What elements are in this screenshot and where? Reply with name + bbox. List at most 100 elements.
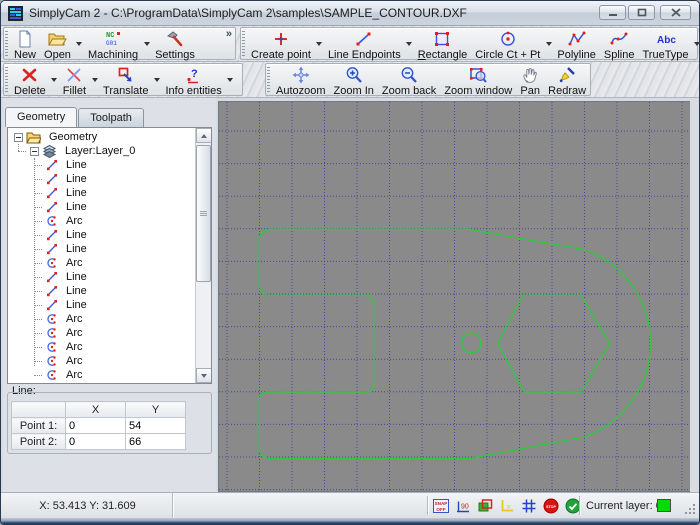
- ortho-90-button[interactable]: 90: [453, 496, 473, 515]
- tree-connector: [34, 319, 42, 320]
- toolbar-button-zoom-back[interactable]: Zoom back: [378, 64, 440, 97]
- scroll-up-button[interactable]: [196, 128, 211, 143]
- tree-item-line-3[interactable]: Line: [8, 200, 194, 214]
- tree-item-layer[interactable]: Layer:Layer_0: [8, 144, 194, 158]
- tree-item-line-5[interactable]: Line: [8, 228, 194, 242]
- grid-toggle-button[interactable]: [519, 496, 539, 515]
- tree-item-label: Arc: [66, 341, 83, 353]
- dropdown-arrow-icon[interactable]: [315, 28, 324, 59]
- scroll-thumb[interactable]: [196, 145, 211, 282]
- tree-connector: [34, 375, 42, 376]
- rectangle-icon: [432, 29, 452, 49]
- tree-item-arc-13[interactable]: Arc: [8, 340, 194, 354]
- line-icon: [47, 300, 57, 311]
- toolbar-button-line-endpoints[interactable]: Line Endpoints: [324, 28, 405, 61]
- toolbar-button-new[interactable]: New: [10, 28, 40, 61]
- zoom-window-icon: [468, 65, 488, 85]
- tree-item-arc-7[interactable]: Arc: [8, 256, 194, 270]
- toolbar-button-circle-ct-pt[interactable]: Circle Ct + Pt: [471, 28, 544, 61]
- dropdown-arrow-icon[interactable]: [544, 28, 553, 59]
- toolbar-button-zoom-in[interactable]: Zoom In: [330, 64, 378, 97]
- layer-color-swatch[interactable]: [657, 499, 671, 512]
- statusbar-separator: [427, 496, 428, 515]
- dropdown-arrow-icon[interactable]: [405, 28, 414, 59]
- dropdown-arrow-icon[interactable]: [226, 64, 235, 95]
- arc-icon: [47, 356, 56, 366]
- arc-icon: [47, 216, 56, 226]
- confirm-button[interactable]: [563, 496, 583, 515]
- copy-entities-button[interactable]: [475, 496, 495, 515]
- tree-item-arc-4[interactable]: Arc: [8, 214, 194, 228]
- scroll-down-button[interactable]: [196, 368, 211, 383]
- tree-item-label: Arc: [66, 369, 83, 381]
- toolbar-grip[interactable]: [5, 31, 8, 56]
- minimize-button[interactable]: [599, 5, 626, 20]
- tree-connector: [34, 263, 42, 264]
- tree-item-line-1[interactable]: Line: [8, 172, 194, 186]
- drawing-canvas[interactable]: [218, 101, 690, 492]
- tree-expander-collapse[interactable]: [14, 132, 23, 142]
- tree-item-arc-11[interactable]: Arc: [8, 312, 194, 326]
- tree-item-line-8[interactable]: Line: [8, 270, 194, 284]
- close-button[interactable]: [660, 5, 691, 20]
- dropdown-arrow-icon[interactable]: [90, 64, 99, 95]
- toolbar-grip[interactable]: [267, 67, 270, 92]
- tab-toolpath[interactable]: Toolpath: [78, 108, 144, 127]
- folder-icon: [26, 132, 41, 144]
- line-icon: [47, 174, 57, 185]
- sidebar: Geometry Toolpath Geometry Layer:Layer_0 L…: [3, 98, 216, 492]
- snap-toggle-button[interactable]: SNAP OFF: [431, 496, 451, 515]
- tree-item-label: Line: [66, 201, 87, 213]
- tree-item-arc-14[interactable]: Arc: [8, 354, 194, 368]
- toolbar-button-spline[interactable]: Spline: [600, 28, 639, 61]
- point1-y-value[interactable]: 54: [125, 417, 186, 434]
- stop-button[interactable]: STOP: [541, 496, 561, 515]
- toolbar-button-pan[interactable]: Pan: [516, 64, 544, 97]
- toolbar-button-settings[interactable]: Settings: [151, 28, 199, 61]
- tree-item-arc-12[interactable]: Arc: [8, 326, 194, 340]
- toolbar-button-redraw[interactable]: Redraw: [544, 64, 590, 97]
- origin-axes-button[interactable]: x: [497, 496, 517, 515]
- toolbar-button-autozoom[interactable]: Autozoom: [272, 64, 330, 97]
- app-icon: [7, 5, 24, 22]
- tab-geometry[interactable]: Geometry: [5, 107, 78, 127]
- dropdown-arrow-icon[interactable]: [142, 28, 151, 59]
- tree-item-line-10[interactable]: Line: [8, 298, 194, 312]
- toolbar-grip[interactable]: [242, 31, 245, 56]
- toolbar-button-fillet[interactable]: Fillet: [59, 64, 90, 97]
- dropdown-arrow-icon[interactable]: [693, 28, 699, 59]
- tree-item-geometry-root[interactable]: Geometry: [8, 130, 194, 144]
- toolbar-button-rectangle[interactable]: Rectangle: [414, 28, 472, 61]
- toolbar-button-create-point[interactable]: Create point: [247, 28, 315, 61]
- tree-item-line-2[interactable]: Line: [8, 186, 194, 200]
- current-layer-label: Current layer: 0: [586, 499, 662, 512]
- tree-guide: [34, 158, 35, 366]
- dropdown-arrow-icon[interactable]: [152, 64, 161, 95]
- tree-item-line-9[interactable]: Line: [8, 284, 194, 298]
- toolbar-button-machining[interactable]: NC G01 Machining: [84, 28, 142, 61]
- resize-grip[interactable]: [684, 503, 697, 516]
- toolbar-grip[interactable]: [5, 67, 8, 92]
- maximize-button[interactable]: [628, 5, 655, 20]
- dropdown-arrow-icon[interactable]: [50, 64, 59, 95]
- toolbar-button-translate[interactable]: Translate: [99, 64, 152, 97]
- point1-x-value[interactable]: 0: [65, 417, 126, 434]
- tree-item-arc-15[interactable]: Arc: [8, 368, 194, 382]
- tree-item-line-0[interactable]: Line: [8, 158, 194, 172]
- tree-item-label: Line: [66, 159, 87, 171]
- tree-expander-collapse[interactable]: [30, 146, 39, 156]
- statusbar: X: 53.413 Y: 31.609 SNAP OFF 90 x STOP Curre…: [1, 492, 699, 518]
- point2-x-value[interactable]: 0: [65, 433, 126, 450]
- toolbar-button-zoom-window[interactable]: Zoom window: [440, 64, 516, 97]
- tree-item-line-6[interactable]: Line: [8, 242, 194, 256]
- toolbar-button-truetype[interactable]: Abc TrueType: [638, 28, 692, 61]
- svg-text:90: 90: [461, 503, 469, 510]
- point2-y-value[interactable]: 66: [125, 433, 186, 450]
- toolbar-button-open[interactable]: Open: [40, 28, 75, 61]
- toolbar-button-polyline[interactable]: Polyline: [553, 28, 600, 61]
- dropdown-arrow-icon[interactable]: [75, 28, 84, 59]
- toolbar-overflow-chevron[interactable]: »: [226, 28, 232, 40]
- tree-scrollbar[interactable]: [195, 128, 211, 383]
- toolbar-button-delete[interactable]: Delete: [10, 64, 50, 97]
- toolbar-button-info-entities[interactable]: ? Info entities: [161, 64, 225, 97]
